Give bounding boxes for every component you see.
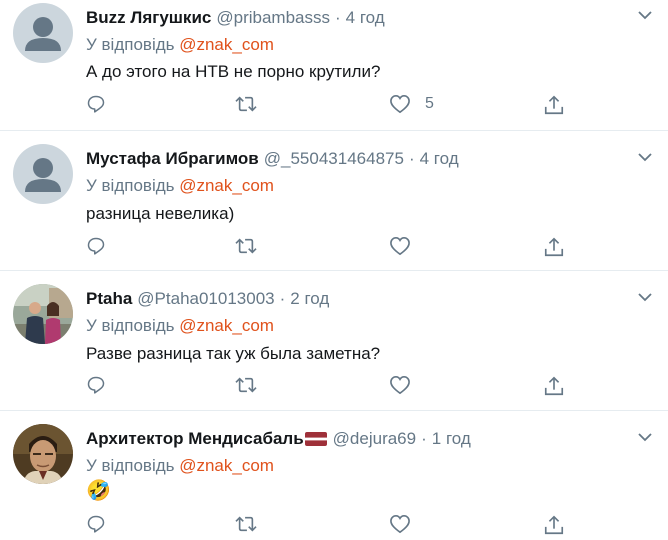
user-handle[interactable]: @pribambasss (216, 8, 330, 28)
retweet-button[interactable] (234, 514, 258, 534)
heart-icon (390, 94, 410, 114)
reply-prefix: У відповідь (86, 316, 180, 335)
tweet-card[interactable]: Buzz Лягушкис @pribambasss · 4 год У від… (0, 0, 668, 131)
like-count: 5 (425, 95, 434, 112)
share-button[interactable] (543, 236, 565, 258)
reply-context: У відповідь @znak_com (86, 456, 274, 476)
display-name[interactable]: Ptaha (86, 289, 132, 309)
separator-dot: · (421, 429, 427, 448)
avatar[interactable] (13, 284, 73, 344)
default-avatar-icon (13, 144, 73, 204)
avatar[interactable] (13, 3, 73, 63)
reply-button[interactable] (86, 375, 106, 395)
reply-feed: Buzz Лягушкис @pribambasss · 4 год У від… (0, 0, 668, 540)
tweet-card[interactable]: Архитектор Мендисабаль @dejura69 · 1 год… (0, 411, 668, 540)
chevron-down-icon[interactable] (638, 10, 652, 20)
action-bar (0, 514, 668, 538)
like-button[interactable]: 5 (389, 94, 434, 114)
latvia-flag-icon (304, 432, 327, 446)
share-icon (544, 515, 564, 535)
reply-context: У відповідь @znak_com (86, 176, 274, 196)
retweet-button[interactable] (234, 236, 258, 256)
reply-button[interactable] (86, 514, 106, 534)
action-bar (0, 375, 668, 399)
timestamp[interactable]: 2 год (290, 289, 329, 309)
default-avatar-icon (13, 3, 73, 63)
mention-link[interactable]: @znak_com (179, 35, 274, 54)
retweet-icon (235, 96, 257, 112)
heart-icon (390, 375, 410, 395)
share-button[interactable] (543, 514, 565, 536)
share-button[interactable] (543, 94, 565, 116)
reply-button[interactable] (86, 94, 106, 114)
avatar[interactable] (13, 424, 73, 484)
couple-photo-avatar (13, 284, 73, 344)
tweet-text: А до этого на НТВ не порно крутили? (86, 62, 381, 81)
tweet-text: 🤣 (86, 480, 111, 502)
timestamp[interactable]: 4 год (420, 149, 459, 169)
share-icon (544, 95, 564, 115)
tweet-header: Мустафа Ибрагимов @_550431464875 · 4 год (86, 149, 459, 169)
reply-prefix: У відповідь (86, 456, 180, 475)
like-button[interactable] (389, 236, 425, 256)
display-name[interactable]: Мустафа Ибрагимов (86, 149, 259, 169)
share-button[interactable] (543, 375, 565, 397)
reply-context: У відповідь @znak_com (86, 35, 274, 55)
reply-icon (87, 237, 105, 255)
tweet-text: Разве разница так уж была заметна? (86, 344, 381, 363)
reply-context: У відповідь @znak_com (86, 316, 274, 336)
reply-prefix: У відповідь (86, 176, 180, 195)
mention-link[interactable]: @znak_com (179, 456, 274, 475)
reply-icon (87, 95, 105, 113)
action-bar: 5 (0, 94, 668, 118)
timestamp[interactable]: 1 год (432, 429, 471, 449)
retweet-button[interactable] (234, 94, 258, 114)
chevron-down-icon[interactable] (638, 432, 652, 442)
heart-icon (390, 514, 410, 534)
tweet-card[interactable]: Мустафа Ибрагимов @_550431464875 · 4 год… (0, 131, 668, 271)
like-button[interactable] (389, 514, 425, 534)
man-photo-avatar (13, 424, 73, 484)
tweet-text: разница невелика) (86, 204, 235, 223)
tweet-header: Buzz Лягушкис @pribambasss · 4 год (86, 8, 385, 28)
reply-icon (87, 515, 105, 533)
tweet-card[interactable]: Ptaha @Ptaha01013003 · 2 год У відповідь… (0, 271, 668, 411)
chevron-down-icon[interactable] (638, 152, 652, 162)
reply-button[interactable] (86, 236, 106, 256)
retweet-icon (235, 238, 257, 254)
separator-dot: · (408, 149, 415, 168)
retweet-icon (235, 516, 257, 532)
display-name[interactable]: Архитектор Мендисабаль (86, 429, 304, 449)
display-name[interactable]: Buzz Лягушкис (86, 8, 211, 28)
avatar[interactable] (13, 144, 73, 204)
retweet-button[interactable] (234, 375, 258, 395)
separator-dot: · (279, 289, 286, 308)
separator-dot: · (335, 8, 341, 27)
reply-prefix: У відповідь (86, 35, 180, 54)
retweet-icon (235, 377, 257, 393)
mention-link[interactable]: @znak_com (179, 316, 274, 335)
user-handle[interactable]: @_550431464875 (264, 149, 404, 169)
mention-link[interactable]: @znak_com (179, 176, 274, 195)
user-handle[interactable]: @Ptaha01013003 (137, 289, 274, 309)
tweet-header: Ptaha @Ptaha01013003 · 2 год (86, 289, 329, 309)
action-bar (0, 236, 668, 260)
user-handle[interactable]: @dejura69 (333, 429, 416, 449)
tweet-header: Архитектор Мендисабаль @dejura69 · 1 год (86, 429, 471, 449)
reply-icon (87, 376, 105, 394)
heart-icon (390, 236, 410, 256)
timestamp[interactable]: 4 год (346, 8, 385, 28)
share-icon (544, 237, 564, 257)
share-icon (544, 376, 564, 396)
like-button[interactable] (389, 375, 425, 395)
chevron-down-icon[interactable] (638, 292, 652, 302)
